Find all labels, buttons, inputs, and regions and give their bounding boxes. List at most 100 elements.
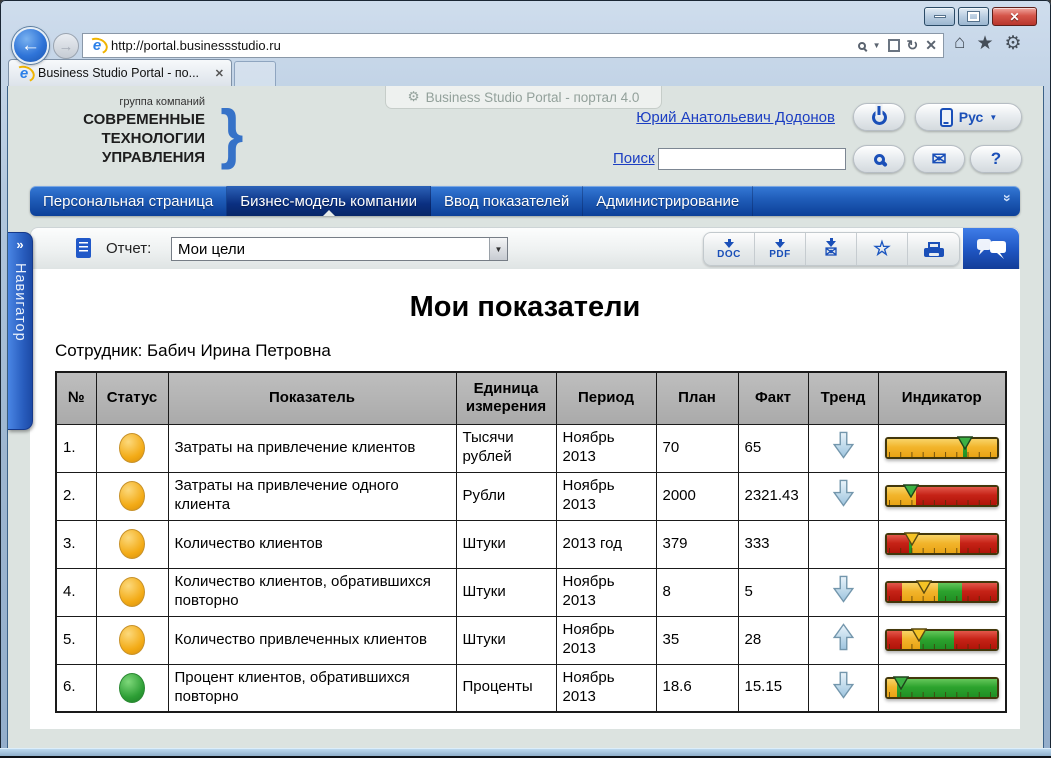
report-toolbar: Отчет: Мои цели ▼ DOC PDF ✉ [30, 227, 1020, 269]
table-row: 3.Количество клиентовШтуки2013 год379333 [56, 520, 1006, 568]
gauge-marker-icon [904, 532, 920, 546]
cell-fact: 15.15 [738, 664, 808, 712]
page-title: Мои показатели [30, 291, 1020, 324]
col-header-plan: План [656, 372, 738, 424]
mail-icon: ✉ [931, 150, 946, 168]
trend-up-icon [832, 623, 855, 651]
cell-num: 6. [56, 664, 96, 712]
language-button[interactable]: Рус ▼ [915, 103, 1022, 131]
navigator-tab[interactable]: » Навигатор [8, 232, 33, 430]
kpi-table: № Статус Показатель Единица измерения Пе… [55, 371, 1007, 713]
report-select[interactable]: Мои цели ▼ [171, 237, 508, 261]
new-tab-button[interactable] [234, 61, 276, 86]
cell-plan: 35 [656, 616, 738, 664]
expand-chevrons-icon: » [8, 237, 32, 252]
stop-icon[interactable]: ✕ [925, 37, 937, 54]
logo-line: ТЕХНОЛОГИИ [83, 129, 205, 148]
cell-status [96, 520, 168, 568]
menu-collapse-icon[interactable]: » [1000, 194, 1016, 202]
window-bottom-frame [0, 748, 1051, 758]
browser-tab[interactable]: e Business Studio Portal - по... ✕ [8, 59, 232, 86]
help-button[interactable]: ? [970, 145, 1022, 173]
export-doc-button[interactable]: DOC [704, 233, 755, 265]
search-icon[interactable] [858, 42, 866, 50]
table-row: 5.Количество привлеченных клиентовШтукиН… [56, 616, 1006, 664]
search-button[interactable] [853, 145, 905, 173]
cell-num: 4. [56, 568, 96, 616]
print-button[interactable] [908, 233, 959, 265]
language-label: Рус [959, 109, 984, 125]
logo-line: СОВРЕМЕННЫЕ [83, 110, 205, 129]
close-button[interactable]: ✕ [992, 7, 1037, 26]
trend-down-icon [832, 431, 855, 459]
gauge-bar [885, 629, 999, 651]
menu-item-business-model[interactable]: Бизнес-модель компании [227, 186, 431, 216]
cell-status [96, 472, 168, 520]
cell-fact: 28 [738, 616, 808, 664]
search-link[interactable]: Поиск [613, 150, 655, 167]
menu-item-administration[interactable]: Администрирование [583, 186, 753, 216]
magnifier-icon [874, 154, 885, 165]
cell-gauge [878, 664, 1006, 712]
maximize-icon [968, 12, 979, 21]
forward-button[interactable]: → [53, 33, 79, 59]
user-name-link[interactable]: Юрий Анатольевич Додонов [548, 109, 835, 126]
cell-status [96, 616, 168, 664]
report-panel: Мои показатели Сотрудник: Бабич Ирина Пе… [30, 269, 1020, 729]
logout-button[interactable] [853, 103, 905, 131]
cell-gauge [878, 424, 1006, 472]
cell-gauge [878, 616, 1006, 664]
url-text[interactable]: http://portal.businessstudio.ru [111, 38, 852, 53]
ie-icon: e [16, 66, 32, 81]
gauge-marker-icon [916, 580, 932, 594]
settings-gear-icon[interactable]: ⚙ [1005, 32, 1022, 55]
employee-line: Сотрудник: Бабич Ирина Петровна [55, 341, 331, 361]
comments-button[interactable] [963, 228, 1019, 270]
cell-unit: Штуки [456, 616, 556, 664]
send-mail-button[interactable]: ✉ [806, 233, 857, 265]
trend-down-icon [832, 575, 855, 603]
logo-brace: } [221, 102, 244, 164]
cell-plan: 8 [656, 568, 738, 616]
menu-item-indicator-input[interactable]: Ввод показателей [431, 186, 583, 216]
portal-title: Business Studio Portal - портал 4.0 [426, 90, 640, 105]
tab-close-icon[interactable]: ✕ [215, 67, 224, 80]
printer-icon [924, 242, 944, 257]
back-button[interactable]: ← [12, 27, 49, 64]
col-header-num: № [56, 372, 96, 424]
menu-item-personal-page[interactable]: Персональная страница [30, 186, 227, 216]
doc-label: DOC [717, 249, 741, 260]
cell-unit: Штуки [456, 568, 556, 616]
status-dot [119, 577, 145, 607]
report-label: Отчет: [106, 240, 151, 257]
cell-indicator-name: Количество клиентов, обратившихся повтор… [168, 568, 456, 616]
home-icon[interactable]: ⌂ [954, 32, 965, 55]
trend-down-icon [832, 479, 855, 507]
favorites-star-icon[interactable]: ★ [976, 32, 993, 55]
compatibility-view-icon[interactable] [888, 39, 900, 52]
cell-trend [808, 472, 878, 520]
col-header-fact: Факт [738, 372, 808, 424]
search-input[interactable] [658, 148, 846, 170]
phone-icon [940, 108, 953, 127]
search-caret-icon[interactable]: ▼ [873, 41, 881, 50]
status-dot [119, 673, 145, 703]
table-header-row: № Статус Показатель Единица измерения Пе… [56, 372, 1006, 424]
cell-fact: 5 [738, 568, 808, 616]
browser-navbar: ← → e http://portal.businessstudio.ru ▼ … [0, 26, 1051, 60]
select-dropdown-button[interactable]: ▼ [489, 238, 507, 260]
address-bar[interactable]: e http://portal.businessstudio.ru ▼ ↻ ✕ [82, 33, 944, 58]
minimize-button[interactable] [924, 7, 955, 26]
mail-button[interactable]: ✉ [913, 145, 965, 173]
export-pdf-button[interactable]: PDF [755, 233, 806, 265]
cell-num: 2. [56, 472, 96, 520]
favorite-button[interactable]: ☆ [857, 233, 908, 265]
cell-status [96, 424, 168, 472]
refresh-icon[interactable]: ↻ [907, 37, 919, 54]
col-header-gauge: Индикатор [878, 372, 1006, 424]
cell-unit: Проценты [456, 664, 556, 712]
col-header-status: Статус [96, 372, 168, 424]
tab-title: Business Studio Portal - по... [38, 66, 209, 80]
status-dot [119, 529, 145, 559]
maximize-button[interactable] [958, 7, 989, 26]
